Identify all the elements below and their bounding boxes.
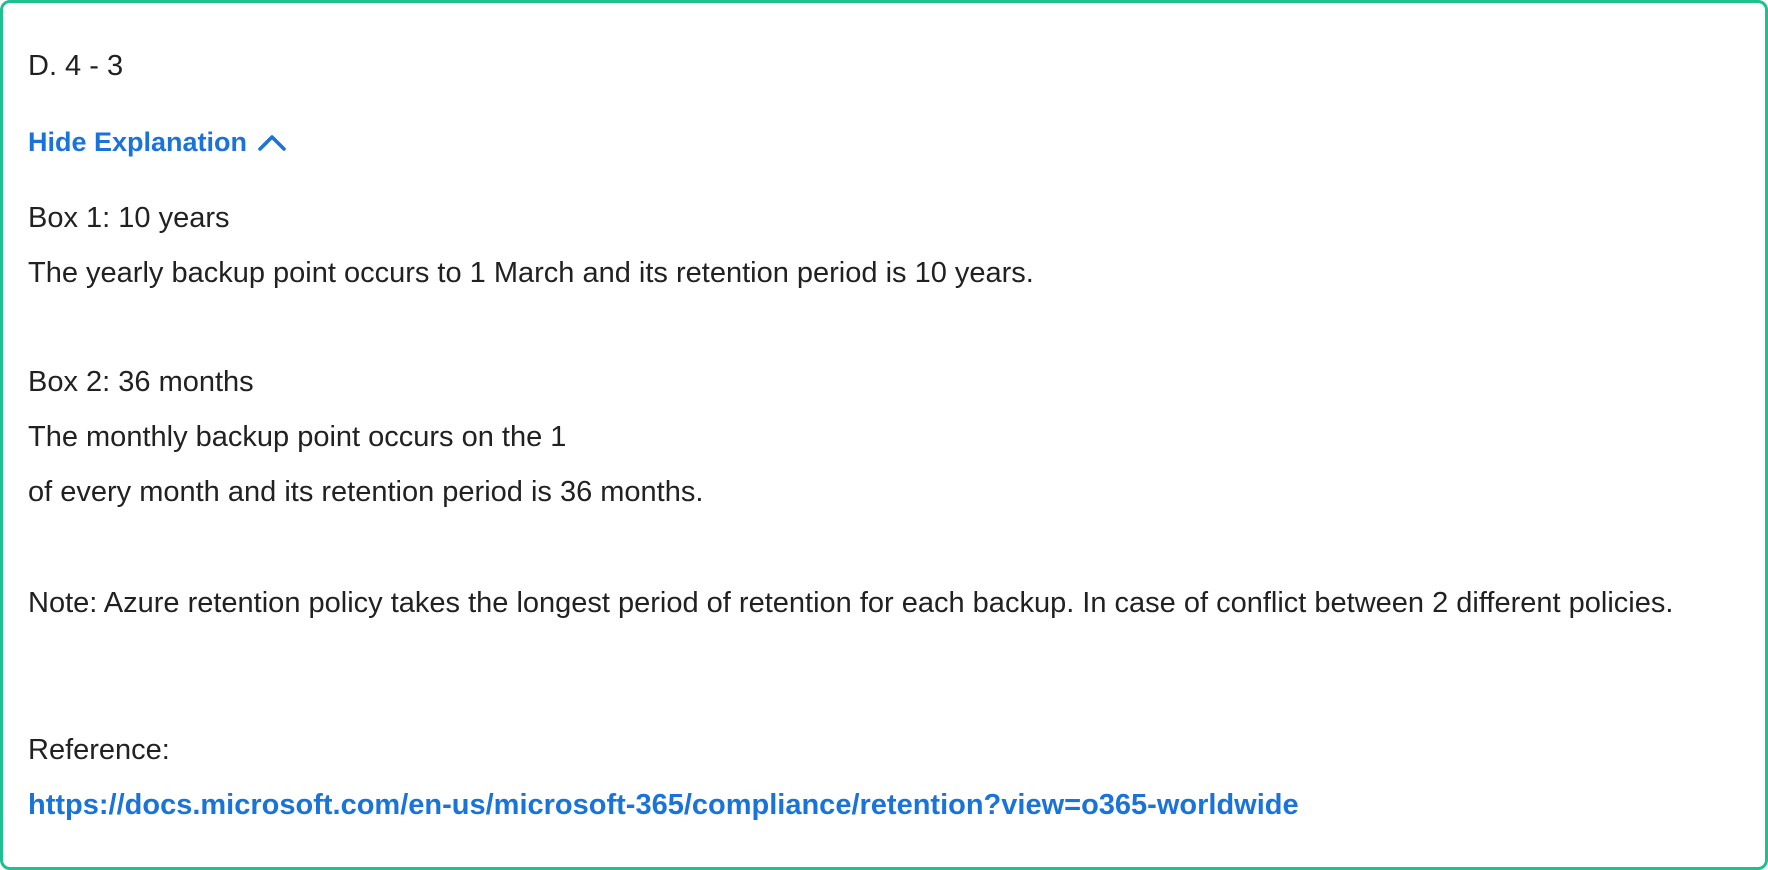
hide-explanation-button[interactable]: Hide Explanation: [28, 125, 287, 159]
box1-text: The yearly backup point occurs to 1 Marc…: [28, 257, 1034, 289]
box2-text-line1: The monthly backup point occurs on the 1: [28, 421, 567, 453]
box2-title: Box 2: 36 months: [28, 366, 254, 398]
answer-option: D. 4 - 3: [28, 50, 124, 82]
explanation-card: D. 4 - 3 Hide Explanation Box 1: 10 year…: [0, 0, 1768, 870]
box1-title: Box 1: 10 years: [28, 202, 230, 234]
reference-label: Reference:: [28, 734, 170, 766]
chevron-up-icon: [257, 131, 287, 153]
reference-link[interactable]: https://docs.microsoft.com/en-us/microso…: [28, 789, 1299, 821]
box2-text-line2: of every month and its retention period …: [28, 476, 704, 508]
note-text: Note: Azure retention policy takes the l…: [28, 587, 1674, 619]
hide-explanation-label: Hide Explanation: [28, 127, 248, 157]
